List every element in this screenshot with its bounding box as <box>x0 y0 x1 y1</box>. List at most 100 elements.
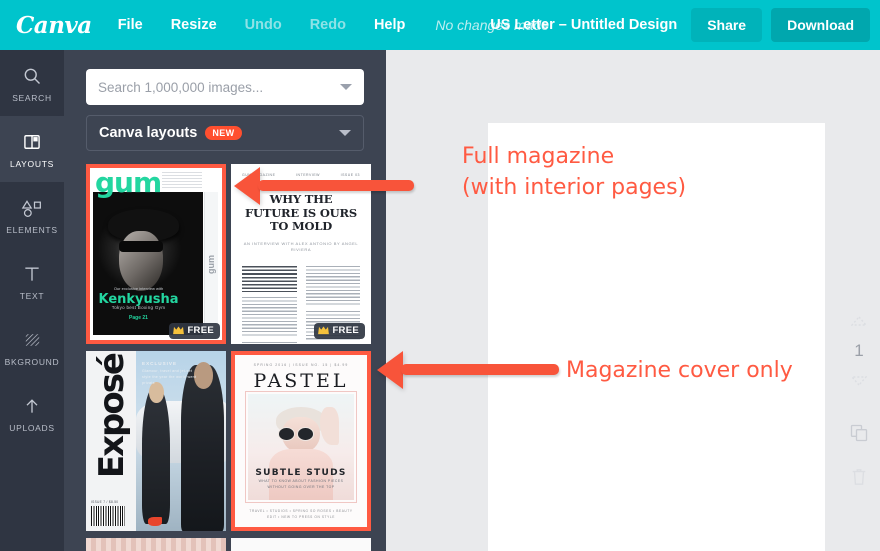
gum-spine-text: gum <box>206 254 216 274</box>
pastel-arm <box>320 406 340 445</box>
template-grid[interactable]: Our exclusive interview with Kenkyusha T… <box>86 164 376 551</box>
template-thumb-partial-b[interactable] <box>231 538 371 551</box>
partial-art-a <box>86 538 226 551</box>
menu-item-undo[interactable]: Undo <box>245 17 282 33</box>
sidebar-label-elements: ELEMENTS <box>6 225 58 235</box>
pastel-cover-art: SPRING 2016 | ISSUE NO. 15 | $4.99 PASTE… <box>235 355 367 527</box>
share-button[interactable]: Share <box>691 8 763 42</box>
menu-item-redo[interactable]: Redo <box>310 17 346 33</box>
partial-art-b <box>231 538 371 551</box>
annotation-full-magazine-line2: (with interior pages) <box>462 175 687 201</box>
chevron-down-icon <box>851 376 867 386</box>
delete-page-button[interactable] <box>838 457 880 497</box>
text-block <box>305 265 360 306</box>
arrow-head-icon <box>234 167 260 205</box>
pastel-sunglass-left <box>277 426 295 441</box>
gum-top-text-lines <box>162 172 202 190</box>
crown-icon <box>173 326 185 335</box>
free-badge: FREE <box>169 323 220 339</box>
canva-logo[interactable]: Canva <box>16 12 92 39</box>
canva-editor-window: Canva File Resize Undo Redo Help No chan… <box>0 0 880 551</box>
menu-item-help[interactable]: Help <box>374 17 405 33</box>
free-badge: FREE <box>314 323 365 339</box>
gum-title: gum <box>95 168 162 199</box>
text-icon <box>22 261 42 287</box>
menu-item-resize[interactable]: Resize <box>171 17 217 33</box>
arrow-shaft <box>401 364 559 375</box>
pastel-sunglass-right <box>296 426 314 441</box>
search-dropdown-icon[interactable] <box>340 84 352 90</box>
search-row: Search 1,000,000 images... <box>86 69 364 105</box>
article-column-left <box>242 265 297 344</box>
gum-face <box>119 230 164 291</box>
sidebar-item-elements[interactable]: ELEMENTS <box>0 182 64 248</box>
free-badge-label: FREE <box>332 325 359 336</box>
gum-headline-sub: Tokyo best Boxing Gym <box>111 304 166 310</box>
expose-cover-art: EXCLUSIVE Glamour, travel and jet‑set st… <box>86 351 226 531</box>
search-input[interactable]: Search 1,000,000 images... <box>86 69 364 105</box>
duplicate-page-icon <box>850 424 868 442</box>
template-thumb-gum[interactable]: Our exclusive interview with Kenkyusha T… <box>86 164 226 344</box>
barcode-icon <box>91 506 125 526</box>
sidebar-label-text: TEXT <box>19 291 45 301</box>
arrow-head-icon <box>377 351 403 389</box>
page-number: 1 <box>838 337 880 365</box>
pastel-photo: SUBTLE STUDS WHAT TO KNOW ABOUT FASHION … <box>248 394 354 500</box>
gum-spine: gum <box>204 192 218 335</box>
top-bar-right: US Letter – Untitled Design Share Downlo… <box>490 0 870 50</box>
annotation-full-magazine-line1: Full magazine <box>462 144 615 169</box>
page-number-value: 1 <box>854 341 864 360</box>
sidebar-item-search[interactable]: SEARCH <box>0 50 64 116</box>
pastel-title: PASTEL <box>253 370 349 392</box>
page-up-button[interactable] <box>838 305 880 337</box>
sidebar-label-search: SEARCH <box>12 93 52 103</box>
template-thumb-expose[interactable]: EXCLUSIVE Glamour, travel and jet‑set st… <box>86 351 226 531</box>
page-down-button[interactable] <box>838 365 880 397</box>
download-button[interactable]: Download <box>771 8 870 42</box>
sidebar-item-text[interactable]: TEXT <box>0 248 64 314</box>
chevron-down-icon[interactable] <box>339 130 351 136</box>
layouts-icon <box>22 129 42 155</box>
canva-layouts-dropdown[interactable]: Canva layouts NEW <box>86 115 364 151</box>
annotation-cover-only-text: Magazine cover only <box>566 358 793 383</box>
annotation-cover-only: Magazine cover only <box>566 355 793 386</box>
canvas-area[interactable] <box>386 50 880 551</box>
new-badge: NEW <box>205 126 242 140</box>
gum-photo: Our exclusive interview with Kenkyusha T… <box>93 192 203 335</box>
template-thumb-partial-a[interactable] <box>86 538 226 551</box>
sidebar-item-background[interactable]: BKGROUND <box>0 314 64 380</box>
template-thumb-pastel[interactable]: SPRING 2016 | ISSUE NO. 15 | $4.99 PASTE… <box>231 351 371 531</box>
pastel-deck: WHAT TO KNOW ABOUT FASHION PIECES WITHOU… <box>258 478 344 489</box>
expose-title: Exposé <box>91 354 132 479</box>
canva-layouts-label: Canva layouts <box>99 125 198 141</box>
crown-icon <box>318 326 330 335</box>
left-tool-rail: SEARCH LAYOUTS ELEMENTS TEXT BKGROUND UP… <box>0 50 64 551</box>
chevron-up-icon <box>851 316 867 326</box>
annotation-arrow-bottom <box>377 350 559 390</box>
annotation-full-magazine: Full magazine (with interior pages) <box>462 141 686 203</box>
search-icon <box>22 63 42 89</box>
expose-man <box>181 365 225 531</box>
sidebar-label-layouts: LAYOUTS <box>10 159 54 169</box>
uploads-icon <box>22 393 42 419</box>
duplicate-page-button[interactable] <box>838 409 880 457</box>
sidebar-label-uploads: UPLOADS <box>9 423 55 433</box>
gum-cover-art: Our exclusive interview with Kenkyusha T… <box>90 168 222 340</box>
pastel-photo-frame: SUBTLE STUDS WHAT TO KNOW ABOUT FASHION … <box>245 391 357 503</box>
menu-item-file[interactable]: File <box>118 17 143 33</box>
main-menu: File Resize Undo Redo Help No changes ma… <box>118 17 549 33</box>
top-bar: Canva File Resize Undo Redo Help No chan… <box>0 0 880 50</box>
expose-kicker: EXCLUSIVE Glamour, travel and jet‑set st… <box>142 360 198 386</box>
arrow-shaft <box>258 180 414 191</box>
gum-sunglasses <box>119 240 164 253</box>
gum-page-ref: Page 21 <box>129 314 148 321</box>
text-block <box>242 341 297 344</box>
article-deck: AN INTERVIEW WITH ALEX ANTONIO BY ANGEL … <box>243 240 359 252</box>
text-block <box>242 296 297 337</box>
page-tools: 1 <box>838 50 880 551</box>
expose-kicker-body: Glamour, travel and jet‑set style the ye… <box>142 368 197 386</box>
elements-icon <box>21 195 43 221</box>
sidebar-item-uploads[interactable]: UPLOADS <box>0 380 64 446</box>
sidebar-item-layouts[interactable]: LAYOUTS <box>0 108 64 190</box>
design-title[interactable]: US Letter – Untitled Design <box>490 17 677 33</box>
